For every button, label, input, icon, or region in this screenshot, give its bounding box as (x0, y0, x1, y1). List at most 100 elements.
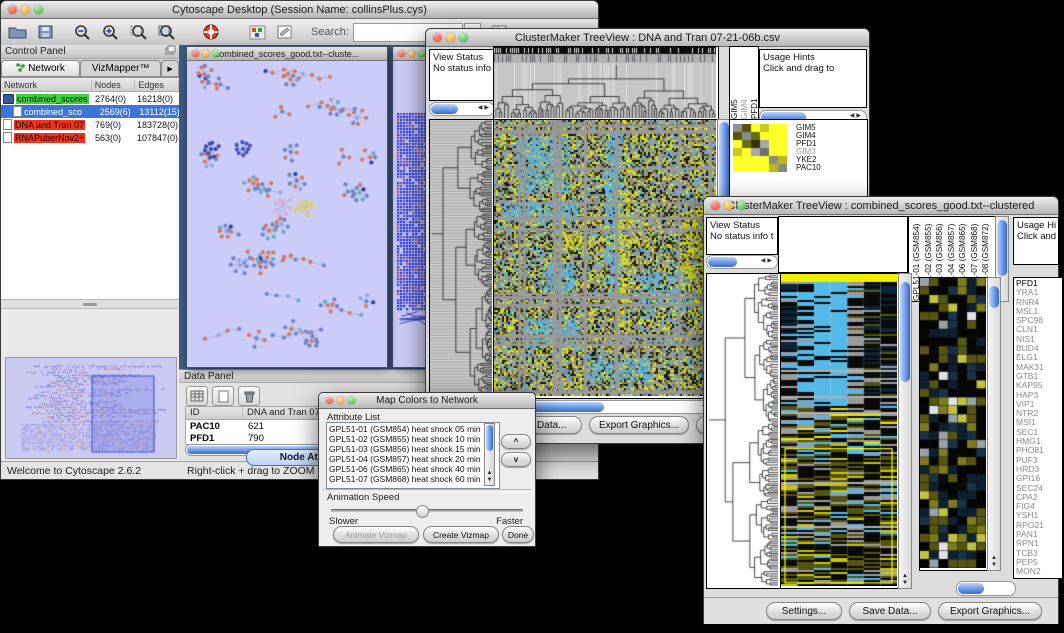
heatmap-panel[interactable] (780, 273, 900, 589)
done-button[interactable]: Done (502, 526, 534, 543)
row-label[interactable]: PAC10 (796, 164, 821, 172)
network-view-1-titlebar[interactable]: combined_scores_good.txt--cluste... (187, 47, 387, 61)
usage-hints-panel: Usage Hints Click and drag to (759, 49, 867, 108)
treeview2-button[interactable]: Save Data... (849, 602, 931, 620)
move-up-button[interactable]: ^ (501, 434, 531, 449)
close-button[interactable] (711, 201, 720, 210)
column-label[interactable]: PFD1 (750, 47, 759, 119)
float-panel-icon[interactable] (165, 45, 176, 58)
row-dendrogram-canvas[interactable] (707, 274, 778, 586)
map-colors-dialog: Map Colors to Network Attribute List GPL… (318, 392, 536, 547)
open-file-icon[interactable] (5, 22, 29, 42)
attribute-list-item[interactable]: GPL51-04 (GSM857) heat shock 20 min (329, 454, 497, 464)
column-network[interactable]: Network (1, 80, 92, 90)
zoom-button[interactable] (212, 50, 219, 57)
treeview1-button[interactable]: Export Graphics... (589, 416, 689, 434)
gene-list: PFD1YRA1RNR4MSL1SPC98CLN1NIS1BUD4ELG1MAK… (1013, 277, 1063, 579)
birdseye-canvas[interactable] (6, 358, 174, 456)
attribute-list-scrollbar[interactable] (484, 423, 495, 486)
row-dendrogram-canvas[interactable] (430, 120, 492, 396)
tab-vizmapper[interactable]: VizMapper™ (80, 60, 161, 77)
close-button[interactable] (192, 50, 199, 57)
view-status-panel: View Status No status info t (706, 217, 778, 255)
zoom-in-icon[interactable] (99, 22, 123, 42)
close-button[interactable] (326, 397, 333, 404)
create-vizmap-button[interactable]: Create Vizmap (423, 526, 499, 543)
minimize-button[interactable] (202, 50, 209, 57)
attribute-list-item[interactable]: GPL51-01 (GSM854) heat shock 05 min (329, 424, 497, 434)
network-row[interactable]: DNA and Tran 07 769(0) 183728(0) (1, 118, 179, 131)
birdseye-view[interactable] (5, 357, 177, 459)
minimize-button[interactable] (21, 5, 30, 14)
row-dendrogram-panel[interactable] (706, 273, 781, 589)
column-nodes[interactable]: Nodes (92, 80, 136, 90)
heatmap-canvas[interactable] (781, 274, 897, 586)
slider-thumb[interactable] (416, 505, 429, 518)
heatmap-vscrollbar[interactable] (898, 273, 912, 589)
treeview2-titlebar[interactable]: ClusterMaker TreeView : combined_scores_… (704, 197, 1058, 215)
attribute-select-icon[interactable] (186, 386, 208, 406)
dialog-titlebar[interactable]: Map Colors to Network (319, 393, 535, 409)
view-status-scrollbar[interactable] (429, 102, 495, 116)
save-icon[interactable] (33, 22, 57, 42)
zoomed-heatmap-panel[interactable] (919, 277, 989, 571)
vizmap-nodes-icon[interactable] (245, 22, 269, 42)
minimize-button[interactable] (337, 397, 344, 404)
zoom-selected-icon[interactable] (155, 22, 179, 42)
heatmap-panel[interactable] (493, 119, 719, 399)
close-button[interactable] (433, 33, 442, 42)
new-attribute-icon[interactable] (212, 386, 234, 406)
tab-network[interactable]: Network (1, 60, 80, 77)
zoom-button[interactable] (737, 201, 746, 210)
minimize-button[interactable] (408, 50, 415, 57)
column-label[interactable]: GIM5 (730, 47, 740, 119)
column-dendrogram-panel[interactable] (778, 216, 908, 273)
treeview-window-combined: ClusterMaker TreeView : combined_scores_… (703, 196, 1059, 624)
zoom-button[interactable] (34, 5, 43, 14)
treeview1-titlebar[interactable]: ClusterMaker TreeView : DNA and Tran 07-… (426, 29, 869, 47)
network-canvas[interactable] (187, 61, 385, 367)
minimize-button[interactable] (724, 201, 733, 210)
treeview2-button[interactable]: Settings... (766, 602, 842, 620)
attribute-list-item[interactable]: GPL51-02 (GSM855) heat shock 10 min (329, 434, 497, 444)
scroll-down-icon (487, 477, 493, 483)
zoom-button[interactable] (348, 397, 355, 404)
attribute-list-item[interactable]: GPL51-03 (GSM856) heat shock 15 min (329, 444, 497, 454)
treeview2-hscrollbar[interactable] (956, 581, 1016, 596)
attribute-list-item[interactable]: GPL51-06 (GSM865) heat shock 40 min (329, 464, 497, 474)
network-row[interactable]: RNAPuberNov2+ 563(0) 107847(0) (1, 131, 179, 144)
network-icon (3, 94, 14, 104)
move-down-button[interactable]: v (501, 452, 531, 467)
zoomed-heatmap-vscrollbar[interactable] (987, 277, 1001, 571)
treeview1-row-labels: GIM5GIM4PFD1GIM3YKE2PAC10 (796, 124, 821, 172)
tab-overflow-button[interactable]: ▶ (161, 60, 179, 77)
correlation-matrix-canvas[interactable] (733, 124, 787, 172)
row-dendrogram-panel[interactable] (429, 119, 495, 399)
help-lifesaver-icon[interactable] (199, 22, 223, 42)
treeview2-button[interactable]: Export Graphics... (938, 602, 1042, 620)
network-row[interactable]: combined_sco 2569(6) 13112(15) (1, 105, 179, 118)
close-button[interactable] (8, 5, 17, 14)
network-row[interactable]: combined_scores 2764(0) 16218(0) (1, 92, 179, 105)
column-label[interactable]: GIM4 (740, 47, 750, 119)
column-edges[interactable]: Edges (135, 80, 179, 90)
attribute-list-item[interactable]: GPL51-07 (GSM868) heat shock 60 min (329, 474, 497, 484)
delete-attribute-icon[interactable] (238, 386, 260, 406)
zoom-out-icon[interactable] (71, 22, 95, 42)
zoom-fit-icon[interactable] (127, 22, 151, 42)
minimize-button[interactable] (446, 33, 455, 42)
search-label: Search: (311, 26, 349, 38)
zoom-button[interactable] (418, 50, 425, 57)
heatmap-canvas[interactable] (494, 120, 716, 396)
column-id[interactable]: ID (186, 407, 243, 419)
panel-divider-handle[interactable] (1, 299, 179, 309)
close-button[interactable] (398, 50, 405, 57)
gene-label[interactable]: MON2 (1016, 567, 1060, 576)
zoomed-heatmap-canvas[interactable] (920, 278, 986, 568)
annotation-icon[interactable] (273, 22, 297, 42)
main-titlebar[interactable]: Cytoscape Desktop (Session Name: collins… (1, 1, 598, 19)
view-status-scrollbar[interactable] (706, 255, 778, 269)
zoom-button[interactable] (459, 33, 468, 42)
column-dendrogram-canvas[interactable] (494, 47, 716, 118)
column-dendrogram-panel[interactable] (493, 46, 719, 121)
